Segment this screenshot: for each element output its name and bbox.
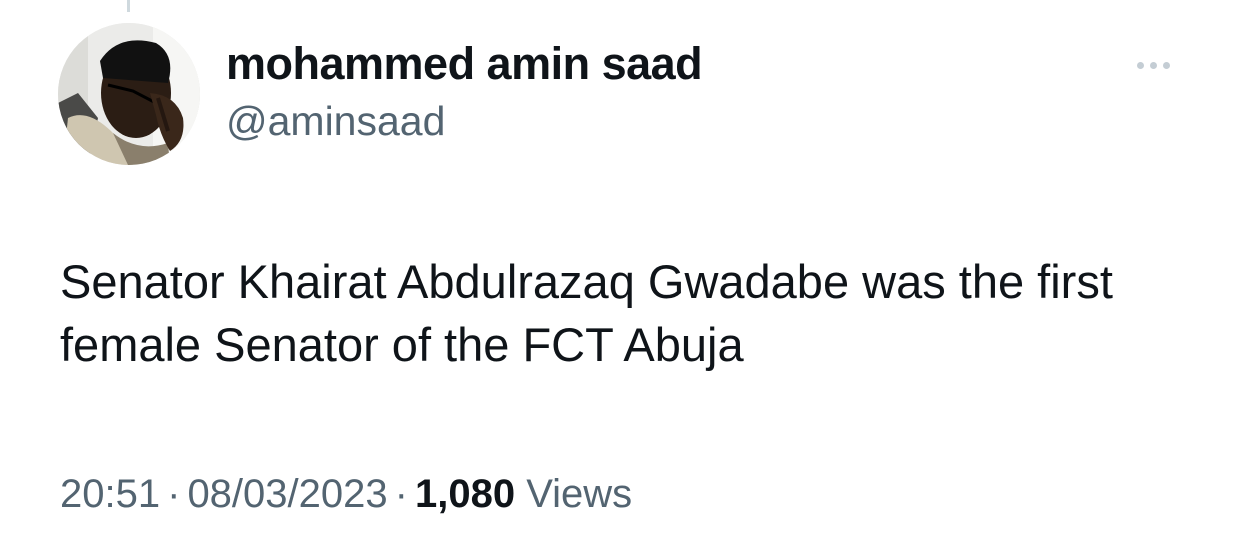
more-horizontal-icon — [1136, 61, 1144, 69]
meta-separator: · — [394, 472, 408, 516]
more-horizontal-icon-dot — [1162, 61, 1170, 69]
author-display-name[interactable]: mohammed amin saad — [226, 36, 703, 92]
tweet-card: mohammed amin saad @aminsaad Senator Kha… — [0, 0, 1241, 538]
views-label: Views — [526, 472, 633, 516]
avatar[interactable] — [58, 23, 200, 165]
author-block: mohammed amin saad @aminsaad — [226, 36, 703, 150]
author-handle[interactable]: @aminsaad — [226, 92, 702, 150]
meta-separator: · — [167, 472, 181, 516]
views-count: 1,080 — [414, 472, 516, 516]
tweet-text: Senator Khairat Abdulrazaq Gwadabe was t… — [60, 255, 1113, 371]
thread-line — [127, 0, 130, 12]
more-options-button[interactable] — [1128, 52, 1178, 78]
tweet-time[interactable]: 20:51 — [60, 472, 160, 516]
avatar-photo — [58, 23, 200, 165]
tweet-meta: 20:51 · 08/03/2023 · 1,080 Views — [60, 468, 632, 520]
more-horizontal-icon-dot — [1149, 61, 1157, 69]
tweet-date[interactable]: 08/03/2023 — [187, 472, 387, 516]
